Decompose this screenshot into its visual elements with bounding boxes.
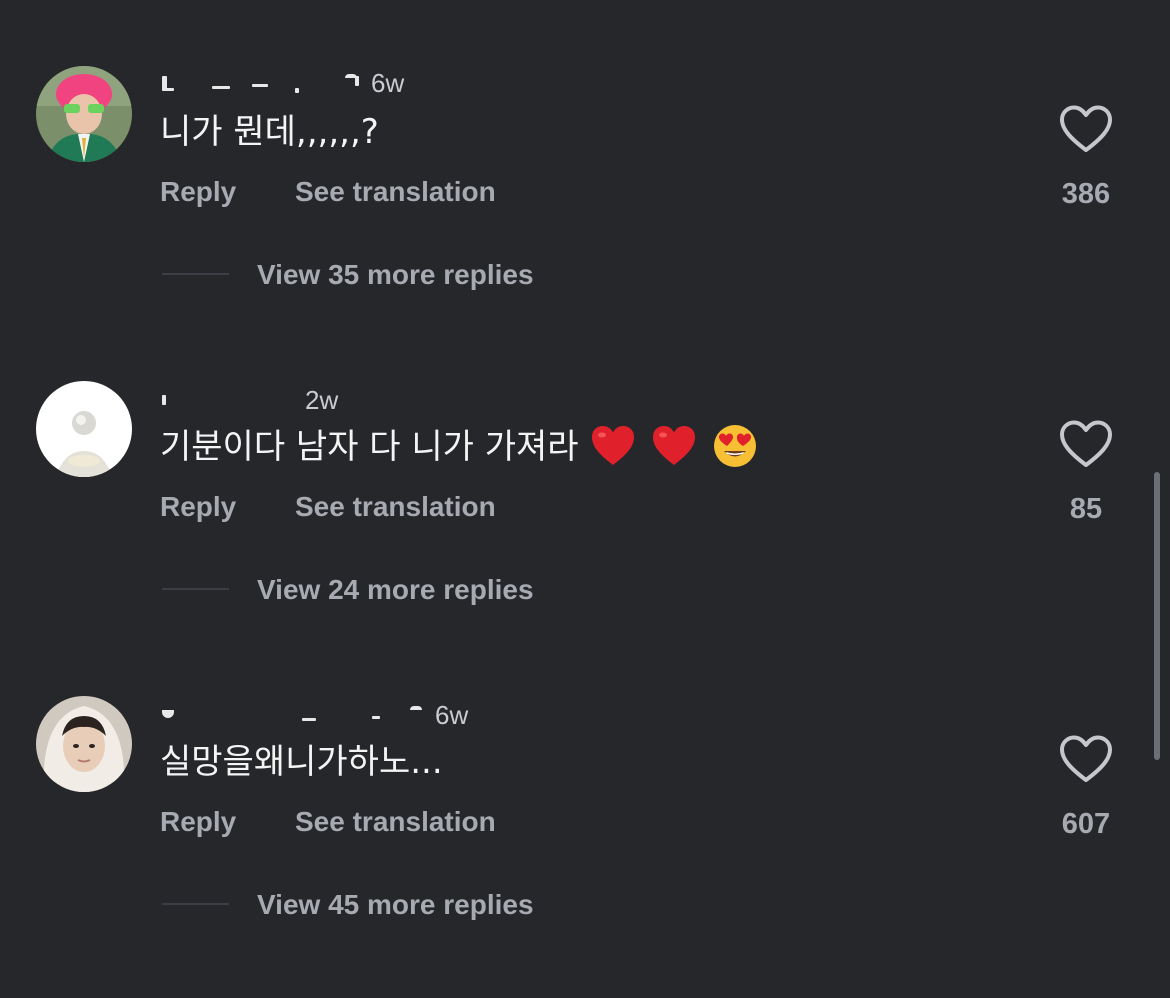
see-translation-button[interactable]: See translation [295,802,496,842]
view-more-replies-button[interactable]: View 24 more replies [257,570,534,610]
avatar[interactable] [36,696,132,792]
avatar[interactable] [36,66,132,162]
replies-divider [162,588,229,590]
view-more-replies-button[interactable]: View 35 more replies [257,255,534,295]
comment-time: 2w [305,385,339,415]
like-count: 607 [1061,808,1111,840]
username[interactable] [160,696,430,730]
view-more-replies-button[interactable]: View 45 more replies [257,885,534,925]
like-count: 85 [1069,493,1103,525]
avatar[interactable] [36,381,132,477]
replies-divider [162,273,229,275]
comment-item: 6w 실망을왜니가하노... Reply See translation 607… [0,630,1170,945]
comment-text: 니가 뭔데,,,,,,? [160,108,379,156]
comment-text: 기분이다 남자 다 니가 가져라 [160,423,757,471]
comment-item: 6w 니가 뭔데,,,,,,? Reply See translation 38… [0,0,1170,315]
comment-meta: 2w [160,381,560,415]
comment-text-content: 실망을왜니가하노... [160,742,443,782]
avatar-image [36,696,132,792]
scrollbar[interactable] [1154,472,1160,760]
see-translation-button[interactable]: See translation [295,172,496,212]
comment-meta: 6w [160,66,560,100]
comment-text-content: 기분이다 남자 다 니가 가져라 [160,427,579,467]
like-count: 386 [1061,178,1111,210]
heart-outline-icon[interactable] [1058,734,1114,784]
reply-button[interactable]: Reply [160,172,236,212]
replies-divider [162,903,229,905]
username[interactable] [160,381,305,415]
username[interactable] [160,66,365,100]
comment-time: 6w [371,68,405,98]
comment-text-content: 니가 뭔데,,,,,,? [160,112,379,152]
heart-emoji [592,425,635,465]
avatar-image [36,66,132,162]
avatar-image [36,381,132,477]
heart-outline-icon[interactable] [1058,419,1114,469]
see-translation-button[interactable]: See translation [295,487,496,527]
heart-eyes-emoji [714,424,757,467]
comment-item: 2w 기분이다 남자 다 니가 가져라 Reply See translatio… [0,315,1170,630]
heart-emoji [653,425,696,465]
comment-meta: 6w [160,696,560,730]
heart-outline-icon[interactable] [1058,104,1114,154]
comment-time: 6w [435,700,469,730]
reply-button[interactable]: Reply [160,802,236,842]
comment-text: 실망을왜니가하노... [160,738,443,786]
reply-button[interactable]: Reply [160,487,236,527]
